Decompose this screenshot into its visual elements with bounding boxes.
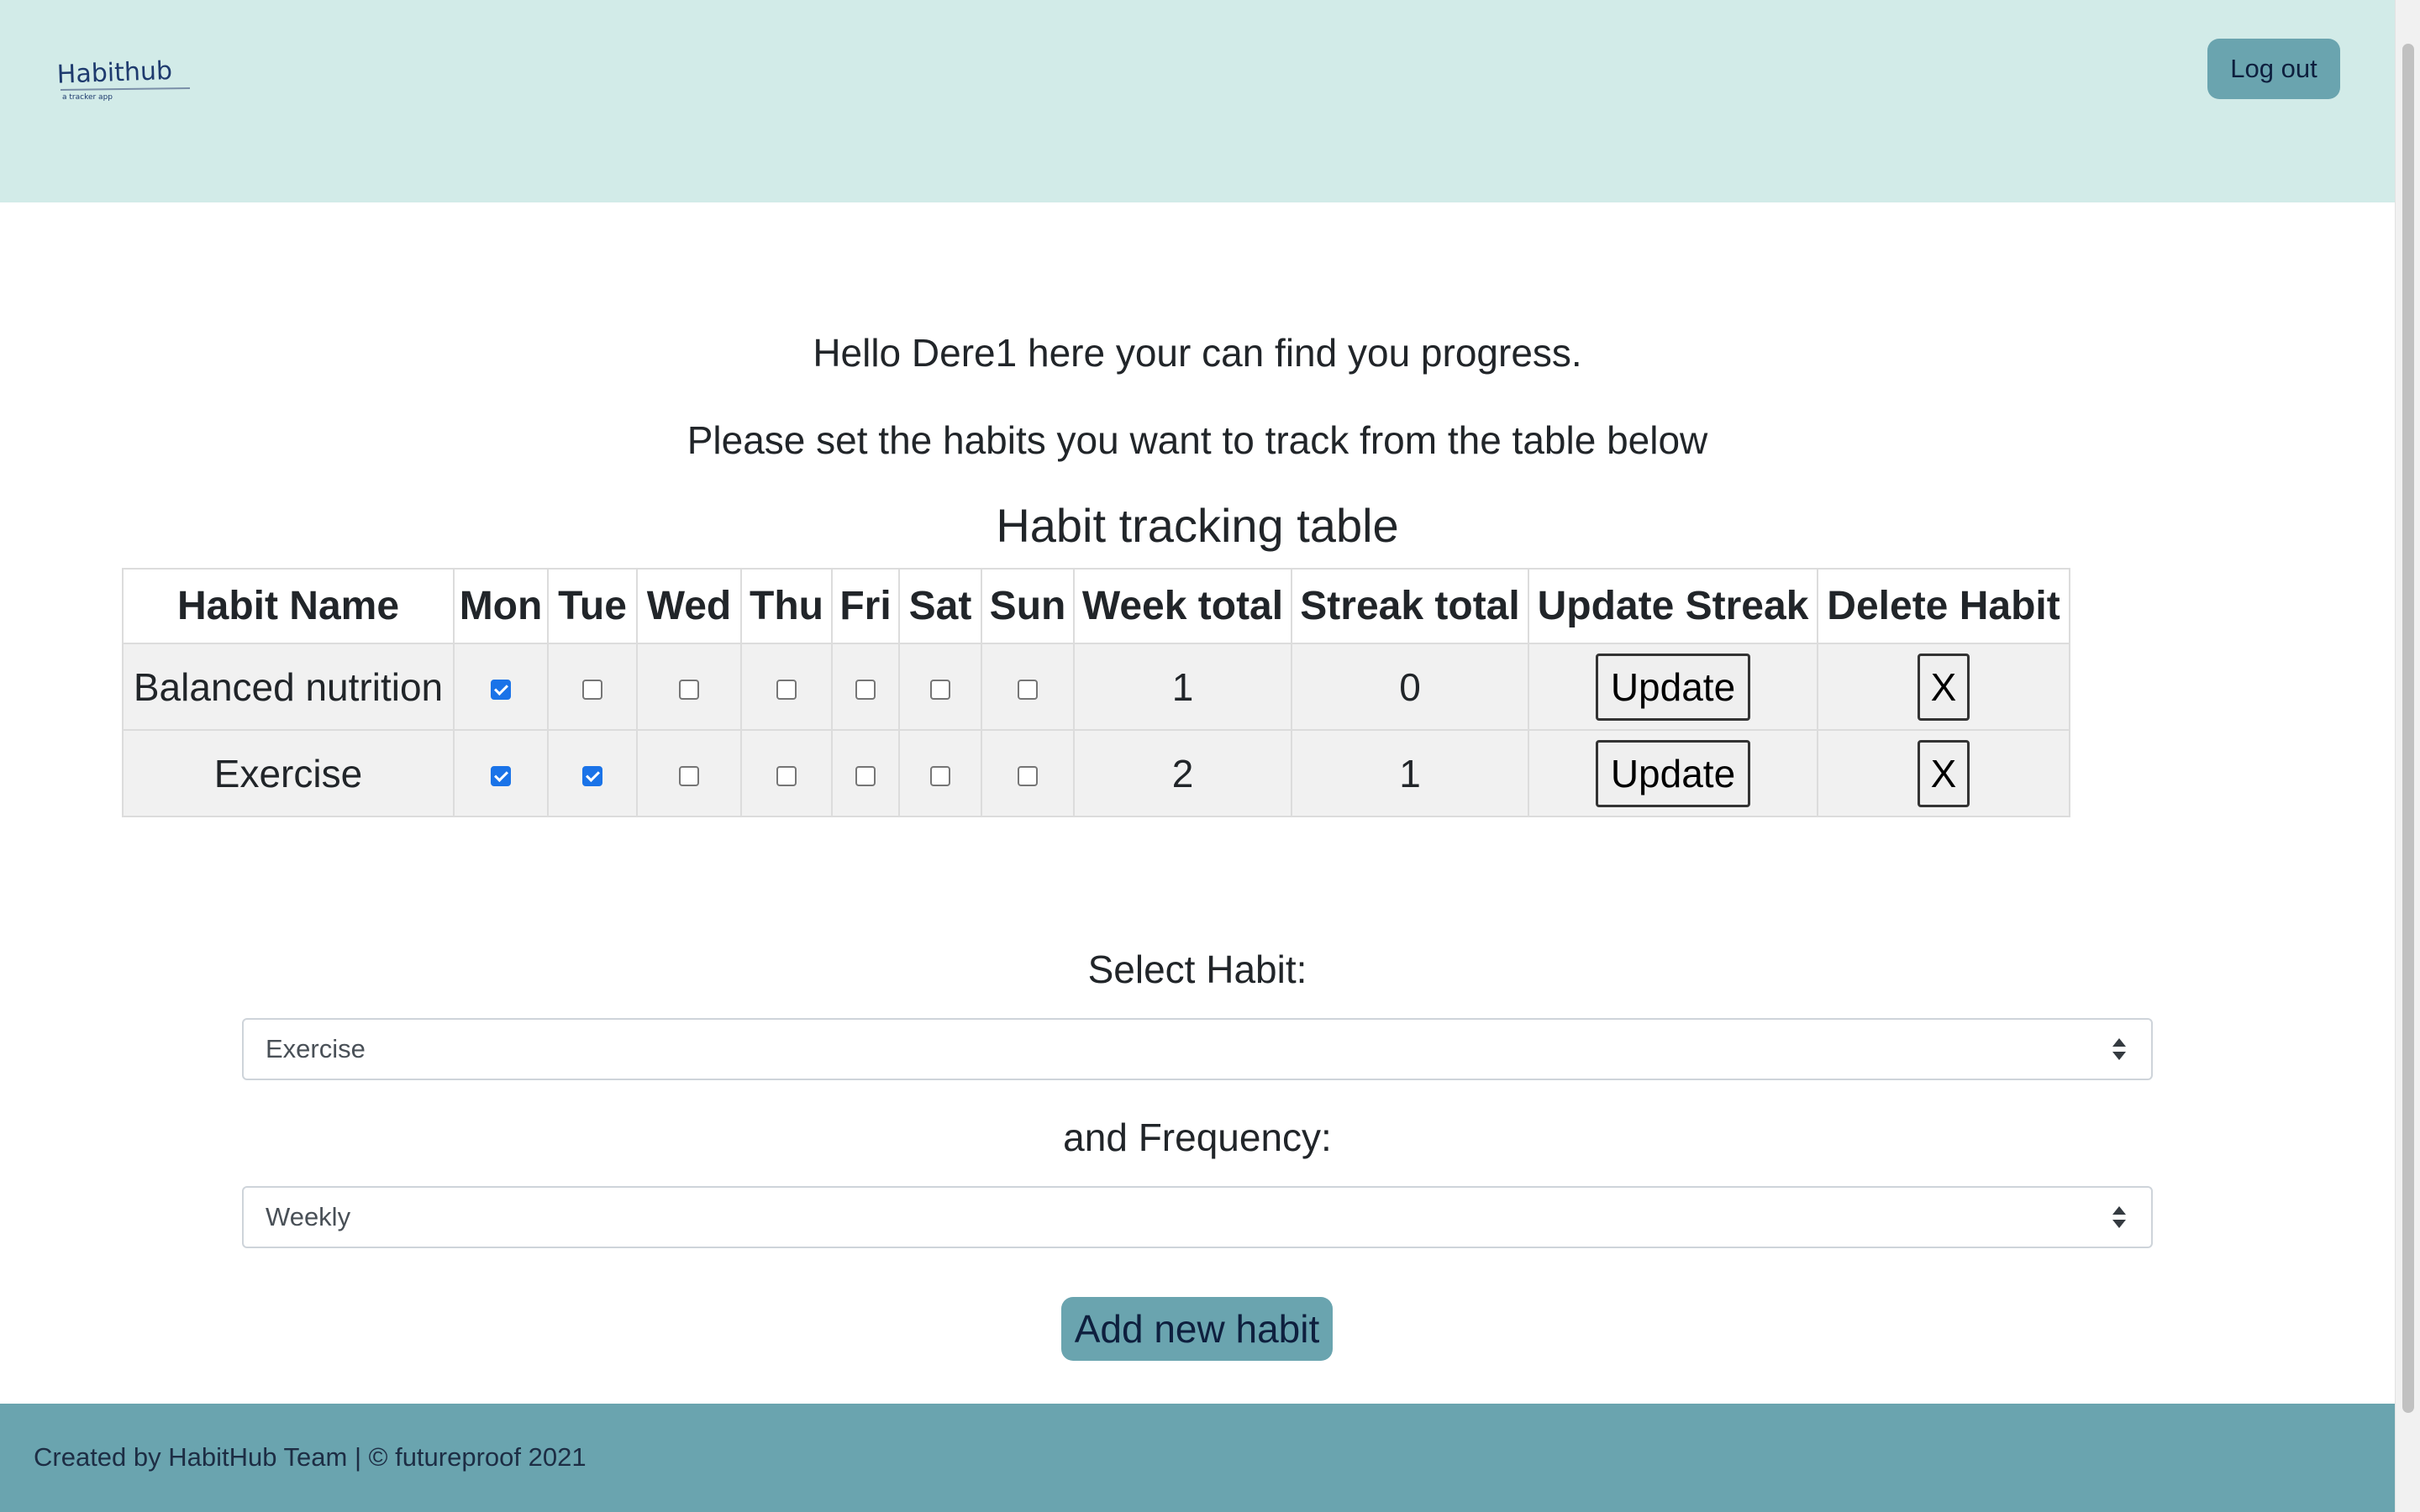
day-checkbox-fri[interactable] <box>855 766 876 787</box>
header-update-streak: Update Streak <box>1528 568 1818 644</box>
logo-text: Habithub <box>56 56 172 90</box>
day-checkbox-wed[interactable] <box>679 766 699 787</box>
page: Habithub a tracker app Log out Hello Der… <box>0 0 2395 1512</box>
day-checkbox-tue[interactable] <box>582 680 602 701</box>
frequency-select[interactable]: Weekly <box>242 1186 2153 1248</box>
header: Habithub a tracker app Log out <box>0 0 2395 202</box>
footer: Created by HabitHub Team | © futureproof… <box>0 1404 2395 1512</box>
day-checkbox-fri[interactable] <box>855 680 876 701</box>
day-checkbox-mon[interactable] <box>491 680 511 701</box>
select-arrows-icon <box>2112 1038 2126 1060</box>
table-title: Habit tracking table <box>996 499 1399 552</box>
table-row: Balanced nutrition 1 0 Update X <box>122 643 2070 731</box>
streak-total-cell: 1 <box>1291 729 1529 817</box>
header-week-total: Week total <box>1073 568 1292 644</box>
habithub-logo[interactable]: Habithub a tracker app <box>55 52 198 102</box>
logout-button[interactable]: Log out <box>2207 39 2340 99</box>
day-checkbox-thu[interactable] <box>776 680 797 701</box>
delete-habit-button[interactable]: X <box>1918 739 1970 807</box>
habit-select[interactable]: Exercise <box>242 1018 2153 1080</box>
day-checkbox-thu[interactable] <box>776 766 797 787</box>
habit-table: Habit Name Mon Tue Wed Thu Fri Sat Sun W… <box>122 568 2070 817</box>
instruction-text: Please set the habits you want to track … <box>687 418 1708 462</box>
header-streak-total: Streak total <box>1291 568 1529 644</box>
streak-total-cell: 0 <box>1291 643 1529 731</box>
day-checkbox-wed[interactable] <box>679 680 699 701</box>
header-tue: Tue <box>547 568 638 644</box>
select-arrows-icon <box>2112 1206 2126 1228</box>
update-streak-button[interactable]: Update <box>1596 739 1750 807</box>
header-sun: Sun <box>981 568 1075 644</box>
day-checkbox-tue[interactable] <box>582 766 602 787</box>
footer-text: Created by HabitHub Team | © futureproof… <box>34 1442 587 1472</box>
week-total-cell: 1 <box>1073 643 1292 731</box>
table-header-row: Habit Name Mon Tue Wed Thu Fri Sat Sun W… <box>122 568 2070 644</box>
header-mon: Mon <box>453 568 549 644</box>
header-sat: Sat <box>898 568 982 644</box>
header-delete-habit: Delete Habit <box>1817 568 2070 644</box>
day-checkbox-sat[interactable] <box>930 680 950 701</box>
day-checkbox-sun[interactable] <box>1018 680 1038 701</box>
greeting-text: Hello Dere1 here your can find you progr… <box>813 331 1582 375</box>
scrollbar-thumb[interactable] <box>2402 44 2414 1413</box>
update-streak-button[interactable]: Update <box>1596 653 1750 721</box>
day-checkbox-sat[interactable] <box>930 766 950 787</box>
header-thu: Thu <box>740 568 833 644</box>
day-checkbox-sun[interactable] <box>1018 766 1038 787</box>
select-habit-label: Select Habit: <box>1087 948 1307 991</box>
habit-name-cell: Balanced nutrition <box>122 643 455 731</box>
logo-tagline: a tracker app <box>62 93 113 102</box>
header-fri: Fri <box>831 568 900 644</box>
add-habit-button[interactable]: Add new habit <box>1061 1297 1333 1361</box>
frequency-label: and Frequency: <box>1063 1116 1332 1159</box>
table-row: Exercise 2 1 Update X <box>122 729 2070 817</box>
delete-habit-button[interactable]: X <box>1918 653 1970 721</box>
day-checkbox-mon[interactable] <box>491 766 511 787</box>
habit-name-cell: Exercise <box>122 729 455 817</box>
header-wed: Wed <box>636 568 742 644</box>
frequency-select-value: Weekly <box>266 1202 351 1231</box>
week-total-cell: 2 <box>1073 729 1292 817</box>
page-scrollbar[interactable] <box>2395 0 2420 1512</box>
header-habit-name: Habit Name <box>122 568 455 644</box>
habit-select-value: Exercise <box>266 1034 366 1063</box>
